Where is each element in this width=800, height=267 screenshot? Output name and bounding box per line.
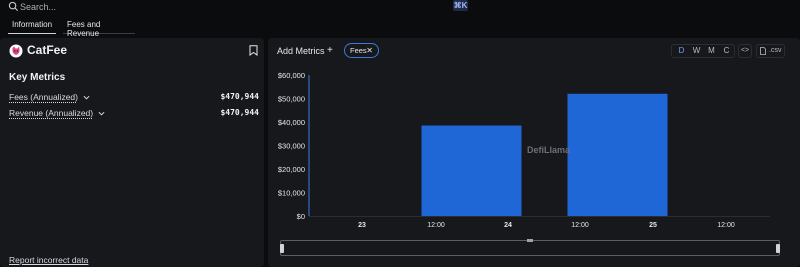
y-tick-label: $50,000 [278, 95, 305, 104]
brush-left-handle[interactable] [280, 244, 284, 253]
y-tick-label: $40,000 [278, 118, 305, 127]
brush-grip[interactable] [527, 239, 533, 242]
defillama-watermark: DefiLlama [527, 145, 571, 155]
x-tick-label: 23 [358, 222, 366, 229]
y-tick-label: $10,000 [278, 189, 305, 198]
bar[interactable] [567, 93, 668, 216]
y-axis: $0 $10,000 $20,000 $30,000 $40,000 $50,000 $60… [278, 71, 310, 221]
x-tick-label: 24 [504, 222, 512, 229]
bar[interactable] [421, 125, 522, 216]
y-tick-label: $60,000 [278, 71, 305, 80]
y-tick-label: $20,000 [278, 165, 305, 174]
x-axis: 23 12:00 24 12:00 25 12:00 [309, 216, 770, 229]
y-tick-label: $0 [297, 212, 305, 221]
x-tick-label: 12:00 [717, 222, 735, 229]
x-tick-label: 12:00 [427, 222, 445, 229]
x-tick-label: 12:00 [571, 222, 589, 229]
fees-bar-chart: $0 $10,000 $20,000 $30,000 $40,000 $50,000 $60… [278, 71, 770, 229]
brush-right-handle[interactable] [776, 244, 780, 253]
chart-range-brush[interactable] [280, 239, 780, 256]
y-tick-label: $30,000 [278, 142, 305, 151]
x-tick-label: 25 [649, 222, 657, 229]
